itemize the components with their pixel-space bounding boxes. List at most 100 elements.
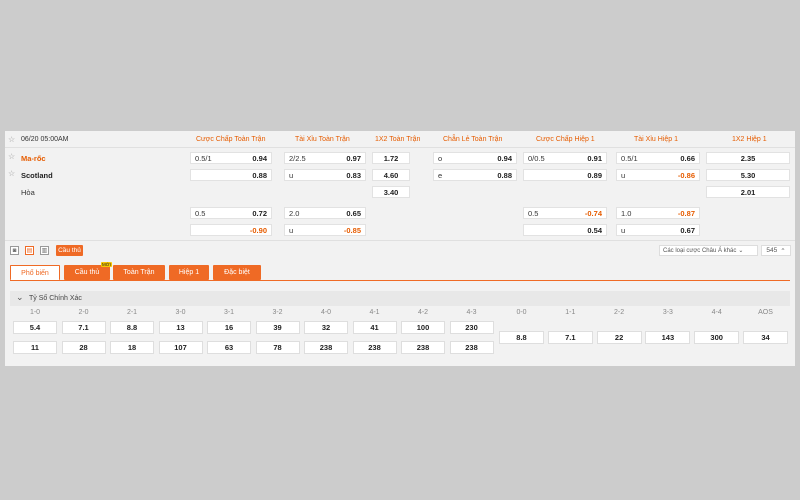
- odds-line: 0.5/1: [621, 153, 638, 163]
- odds-cell[interactable]: 1.0 -0.87: [616, 207, 700, 219]
- score-odds[interactable]: 238: [449, 341, 494, 354]
- odds-cell[interactable]: u 0.83: [284, 169, 366, 181]
- tab-label: Toàn Trận: [123, 269, 155, 276]
- score-odds[interactable]: 100: [401, 321, 445, 334]
- odds-line: u: [621, 225, 626, 235]
- odds-cell[interactable]: 0.89: [523, 169, 607, 181]
- odds-cell[interactable]: 1.72: [372, 152, 410, 164]
- odds-cell[interactable]: 5.30: [706, 169, 790, 181]
- odds-line: 0/0.5: [528, 153, 545, 163]
- tab-player[interactable]: Cầu thủ: [64, 265, 110, 280]
- odds-line: 0.5: [195, 208, 206, 218]
- odds-cell[interactable]: e 0.88: [433, 169, 517, 181]
- odds-value: 0.67: [680, 225, 695, 235]
- score-label: 2-0: [78, 309, 89, 316]
- draw-score-odds[interactable]: 22: [596, 331, 642, 344]
- market-count: 545: [766, 247, 778, 254]
- section-title: Tỷ Số Chính Xác: [29, 295, 82, 302]
- score-odds[interactable]: 41: [352, 321, 397, 334]
- draw-score-odds[interactable]: 300: [694, 331, 740, 344]
- odds-line: 2/2.5: [289, 153, 306, 163]
- odds-value: -0.90: [249, 225, 267, 235]
- favorite-star-icon[interactable]: ☆: [8, 135, 15, 144]
- score-odds[interactable]: 16: [207, 321, 251, 334]
- odds-cell[interactable]: 2/2.5 0.97: [284, 152, 366, 164]
- score-odds[interactable]: 5.4: [13, 321, 57, 334]
- odds-cell[interactable]: 0.5/1 0.66: [616, 152, 700, 164]
- odds-cell[interactable]: u -0.85: [284, 224, 366, 236]
- draw-score-label: 4-4: [711, 309, 722, 316]
- tab-special[interactable]: Đặc biệt: [213, 265, 261, 280]
- odds-cell[interactable]: 0/0.5 0.91: [523, 152, 607, 164]
- odds-cell[interactable]: o 0.94: [433, 152, 517, 164]
- header-1x2-fulltime: 1X2 Toàn Trận: [375, 136, 421, 143]
- score-odds[interactable]: 28: [61, 341, 106, 354]
- odds-cell[interactable]: -0.90: [190, 224, 272, 236]
- market-count-toggle[interactable]: 545 ⌃: [761, 245, 791, 256]
- odds-cell[interactable]: 0.88: [190, 169, 272, 181]
- tab-underline: [10, 280, 790, 281]
- camera-icon[interactable]: ◙: [10, 246, 19, 255]
- odds-cell[interactable]: 3.40: [372, 186, 410, 198]
- draw-score-odds[interactable]: 7.1: [547, 331, 593, 344]
- score-odds[interactable]: 78: [255, 341, 300, 354]
- score-label: 3-1: [223, 309, 235, 316]
- score-odds[interactable]: 13: [158, 321, 203, 334]
- player-button[interactable]: Cầu thủ: [56, 245, 83, 256]
- odds-line: 0.5/1: [195, 153, 212, 163]
- odds-line: e: [438, 170, 443, 180]
- header-handicap-fulltime: Cược Chấp Toàn Trận: [196, 136, 266, 143]
- draw-score-odds[interactable]: 34: [743, 331, 788, 344]
- favorite-star-icon[interactable]: ☆: [8, 152, 15, 161]
- score-odds[interactable]: 238: [304, 341, 348, 354]
- tab-popular[interactable]: Phổ biến: [10, 265, 60, 280]
- favorite-star-icon[interactable]: ☆: [8, 169, 15, 178]
- odds-value: 0.54: [587, 225, 602, 235]
- odds-value: 0.65: [346, 208, 361, 218]
- odds-value: 0.94: [252, 153, 267, 163]
- score-odds[interactable]: 32: [304, 321, 348, 334]
- odds-cell[interactable]: 2.35: [706, 152, 790, 164]
- odds-line: 0.5: [528, 208, 539, 218]
- score-odds[interactable]: 63: [207, 341, 251, 354]
- score-odds[interactable]: 107: [158, 341, 203, 354]
- score-odds[interactable]: 230: [449, 321, 494, 334]
- other-bets-dropdown[interactable]: Các loại cược Châu Á khác ⌄: [659, 245, 758, 256]
- tab-half1[interactable]: Hiệp 1: [169, 265, 209, 280]
- odds-cell[interactable]: 2.0 0.65: [284, 207, 366, 219]
- chevron-down-icon: ⌄: [738, 248, 744, 254]
- draw-score-label: AOS: [758, 309, 773, 316]
- odds-cell[interactable]: u 0.67: [616, 224, 700, 236]
- score-odds[interactable]: 39: [255, 321, 300, 334]
- odds-cell[interactable]: 0.5 0.72: [190, 207, 272, 219]
- tab-full-match[interactable]: Toàn Trận: [113, 265, 165, 280]
- draw-score-odds[interactable]: 143: [645, 331, 691, 344]
- header-handicap-half1: Cược Chấp Hiệp 1: [536, 136, 595, 143]
- odds-value: 0.66: [680, 153, 695, 163]
- score-odds[interactable]: 238: [352, 341, 397, 354]
- score-odds[interactable]: 11: [13, 341, 57, 354]
- odds-cell[interactable]: u -0.86: [616, 169, 700, 181]
- odds-cell[interactable]: 2.01: [706, 186, 790, 198]
- score-odds[interactable]: 238: [401, 341, 445, 354]
- chart-icon[interactable]: ▥: [40, 246, 49, 255]
- draw-score-label: 3-3: [662, 309, 673, 316]
- header-divider: [5, 147, 795, 148]
- tab-label: Cầu thủ: [74, 269, 100, 276]
- score-odds[interactable]: 7.1: [61, 321, 106, 334]
- header-oddeven-fulltime: Chẵn Lẻ Toàn Trận: [443, 136, 503, 143]
- stats-icon[interactable]: ▤: [25, 246, 34, 255]
- section-header[interactable]: [10, 291, 790, 306]
- odds-value: 2.35: [740, 153, 756, 163]
- odds-cell[interactable]: 0.54: [523, 224, 607, 236]
- score-odds[interactable]: 18: [110, 341, 154, 354]
- tab-label: Phổ biến: [21, 269, 49, 277]
- odds-cell[interactable]: 0.5 -0.74: [523, 207, 607, 219]
- odds-cell[interactable]: 0.5/1 0.94: [190, 152, 272, 164]
- odds-cell[interactable]: 4.60: [372, 169, 410, 181]
- score-odds[interactable]: 8.8: [110, 321, 154, 334]
- score-label: 4-2: [417, 309, 429, 316]
- draw-score-odds[interactable]: 8.8: [499, 331, 544, 344]
- score-label: 4-3: [466, 309, 477, 316]
- chevron-down-icon[interactable]: ⌄: [16, 292, 24, 303]
